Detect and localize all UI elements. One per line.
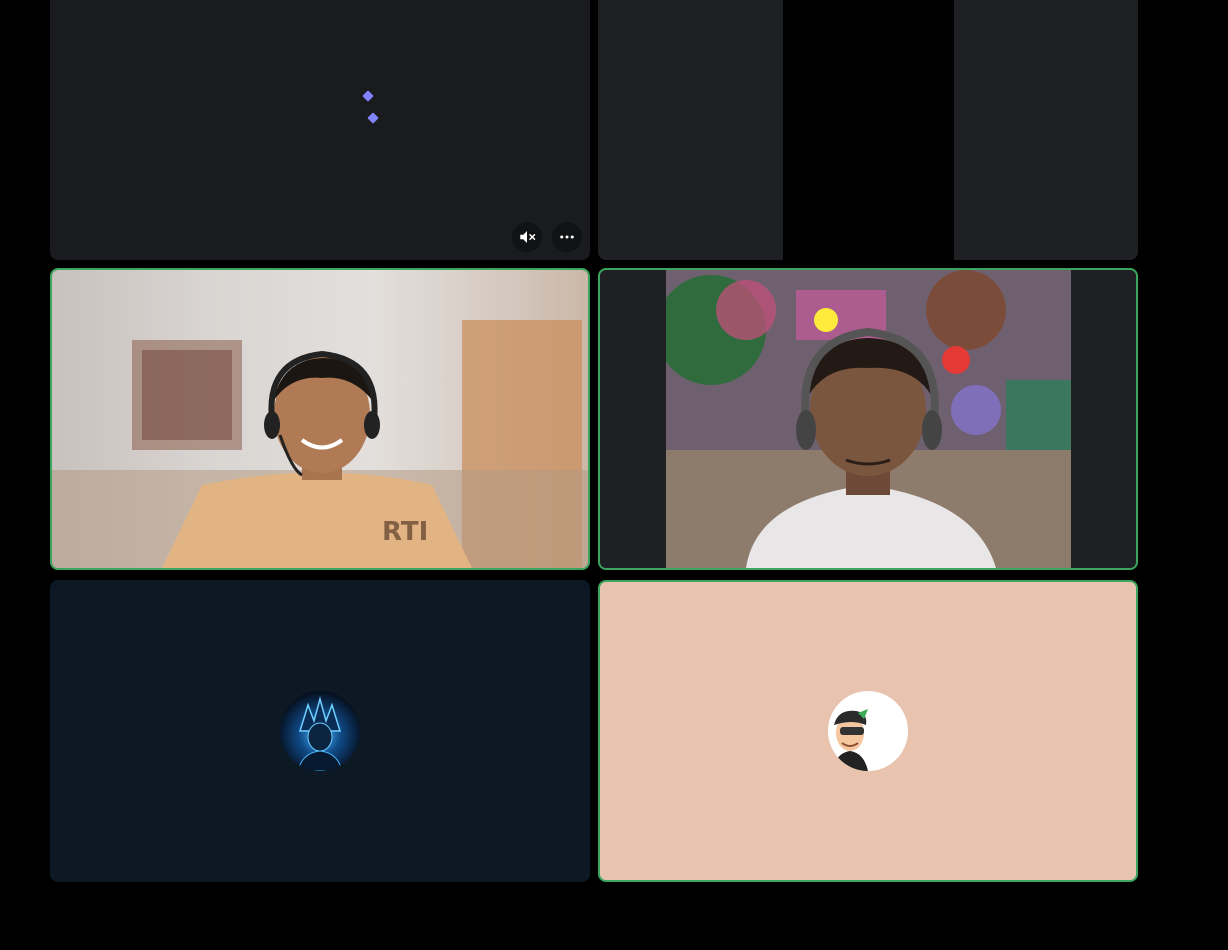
participant-tile-5[interactable] (50, 580, 590, 882)
stream-video (783, 0, 954, 260)
speaker-muted-icon (520, 231, 536, 243)
loading-spinner-icon (360, 90, 380, 124)
participant-tile-2[interactable] (598, 0, 1138, 260)
participant-tile-3[interactable]: RTI (50, 268, 590, 570)
cartoon-character-avatar-icon (832, 709, 868, 771)
video-call-grid: RTI (0, 0, 1228, 950)
participant-tile-6[interactable] (598, 580, 1138, 882)
anime-character-avatar-icon (297, 696, 343, 771)
mute-stream-button[interactable] (512, 222, 542, 252)
participant-tile-1[interactable] (50, 0, 590, 260)
participant-tile-4[interactable] (598, 268, 1138, 570)
participant-avatar (280, 691, 360, 771)
webcam-scene: RTI (52, 320, 588, 568)
webcam-video (666, 270, 1071, 568)
more-options-icon (560, 235, 574, 239)
participant-avatar (828, 691, 908, 771)
webcam-video: RTI (52, 270, 588, 568)
more-options-button[interactable] (552, 222, 582, 252)
webcam-scene (666, 270, 1071, 568)
tile-controls (512, 222, 582, 252)
svg-text:RTI: RTI (382, 517, 428, 547)
